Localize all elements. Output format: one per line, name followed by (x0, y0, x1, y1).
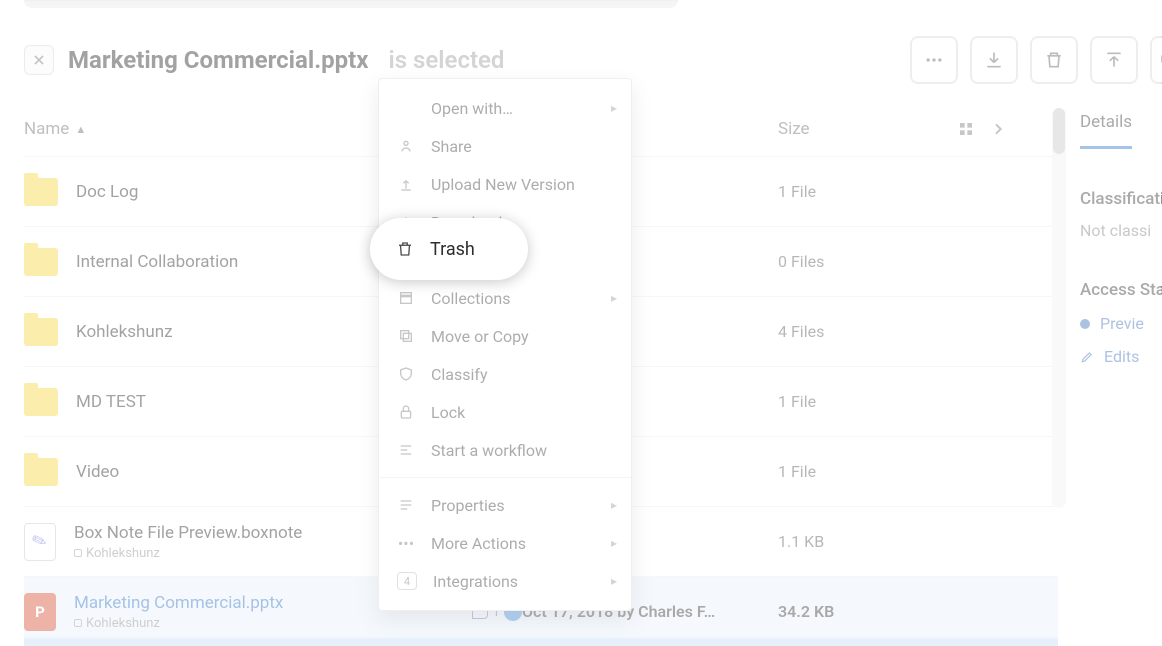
stat-preview[interactable]: Previe (1080, 314, 1162, 333)
download-button[interactable] (970, 36, 1018, 84)
menu-lock[interactable]: Lock (379, 393, 631, 431)
file-name: Kohlekshunz (76, 322, 173, 342)
file-collection: Kohlekshunz (86, 546, 160, 561)
chevron-right-icon: ▸ (611, 101, 617, 115)
open-icon (397, 99, 415, 117)
scrollbar[interactable] (1052, 108, 1066, 508)
deselect-button[interactable] (24, 45, 54, 75)
file-name: MD TEST (76, 392, 146, 412)
menu-integrations[interactable]: 4 Integrations▸ (379, 562, 631, 600)
more-actions-button[interactable] (910, 36, 958, 84)
classification-label: Classificati (1080, 189, 1162, 209)
file-name: Doc Log (76, 182, 138, 202)
menu-share[interactable]: Share (379, 127, 631, 165)
context-menu: Open with…▸ Share Upload New Version Dow… (378, 78, 632, 611)
trash-icon (1044, 50, 1064, 70)
folder-icon (24, 248, 58, 276)
collection-icon (74, 549, 82, 557)
share-icon (397, 137, 415, 155)
close-icon (32, 53, 46, 67)
file-name: Video (76, 462, 119, 482)
chevron-right-icon: ▸ (611, 498, 617, 512)
trash-icon (396, 239, 414, 259)
column-size-label[interactable]: Size (778, 119, 958, 139)
upload-button[interactable] (1090, 36, 1138, 84)
menu-separator (379, 477, 631, 478)
chevron-right-icon: ▸ (611, 574, 617, 588)
file-size: 1.1 KB (778, 532, 958, 551)
properties-icon (397, 496, 415, 514)
lock-icon (397, 403, 415, 421)
file-collection: Kohlekshunz (86, 616, 160, 631)
file-size: 34.2 KB (778, 602, 958, 621)
access-stats-label: Access Sta (1080, 280, 1162, 300)
highlight-trash[interactable]: Trash (370, 218, 528, 280)
column-name-label: Name (24, 119, 69, 139)
eye-icon (1080, 319, 1090, 329)
chevron-right-icon: ▸ (611, 291, 617, 305)
move-icon (397, 327, 415, 345)
grid-view-icon[interactable] (958, 121, 974, 137)
folder-icon (24, 178, 58, 206)
integrations-count-badge: 4 (397, 572, 417, 590)
classification-value: Not classi (1080, 221, 1162, 240)
highlight-trash-label: Trash (430, 239, 475, 260)
scrollbar-thumb[interactable] (1053, 108, 1065, 154)
menu-classify[interactable]: Classify (379, 355, 631, 393)
menu-upload-new-version[interactable]: Upload New Version (379, 165, 631, 203)
collections-icon (397, 289, 415, 307)
file-name: Marketing Commercial.pptx (74, 593, 283, 613)
details-panel: Details Classificati Not classi Access S… (1080, 112, 1162, 638)
file-name: Internal Collaboration (76, 252, 238, 272)
menu-open-with[interactable]: Open with…▸ (379, 89, 631, 127)
upload-icon (1104, 50, 1124, 70)
pencil-icon (1080, 350, 1094, 364)
file-size: 1 File (778, 462, 958, 481)
selected-file-name: Marketing Commercial.pptx (68, 46, 369, 74)
file-size: 4 Files (778, 322, 958, 341)
menu-properties[interactable]: Properties▸ (379, 486, 631, 524)
menu-collections[interactable]: Collections▸ (379, 279, 631, 317)
upload-icon (397, 175, 415, 193)
folder-icon (24, 388, 58, 416)
collection-icon (74, 619, 82, 627)
tab-details[interactable]: Details (1080, 112, 1132, 149)
sort-asc-icon: ▲ (75, 123, 86, 136)
menu-move-or-copy[interactable]: Move or Copy (379, 317, 631, 355)
move-copy-button[interactable] (1150, 36, 1162, 84)
ellipsis-icon: ••• (397, 534, 415, 552)
folder-icon (24, 458, 58, 486)
file-name: Box Note File Preview.boxnote (74, 523, 302, 543)
selection-toolbar (910, 36, 1162, 84)
stat-edits[interactable]: Edits (1080, 347, 1162, 366)
shield-icon (397, 365, 415, 383)
selected-suffix: is selected (389, 46, 505, 74)
ellipsis-icon (924, 50, 944, 70)
trash-button[interactable] (1030, 36, 1078, 84)
workflow-icon (397, 441, 415, 459)
download-icon (984, 50, 1004, 70)
search-bar[interactable] (24, 0, 678, 8)
file-size: 1 File (778, 182, 958, 201)
folder-icon (24, 318, 58, 346)
chevron-right-icon[interactable] (990, 121, 1006, 137)
chevron-right-icon: ▸ (611, 536, 617, 550)
boxnote-icon (24, 523, 56, 561)
file-size: 0 Files (778, 252, 958, 271)
file-size: 1 File (778, 392, 958, 411)
pptx-icon: P (24, 593, 56, 631)
menu-start-workflow[interactable]: Start a workflow (379, 431, 631, 469)
menu-more-actions[interactable]: ••• More Actions▸ (379, 524, 631, 562)
